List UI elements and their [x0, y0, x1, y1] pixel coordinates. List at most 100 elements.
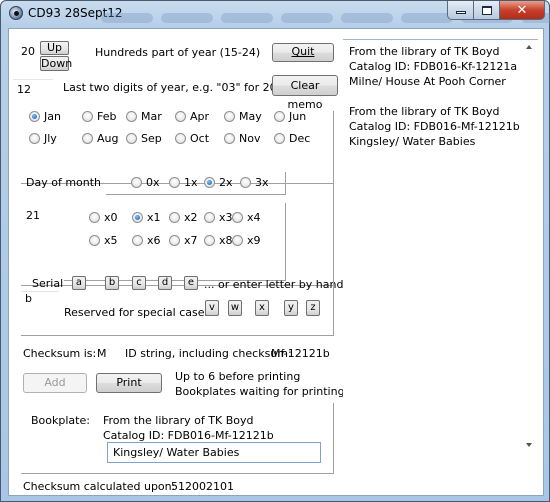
maximize-button[interactable] — [474, 1, 500, 20]
tens-radio-1x[interactable]: 1x — [169, 176, 198, 189]
radio-label: 3x — [255, 176, 269, 189]
serial-input[interactable]: b — [21, 291, 59, 313]
month-radio-aug[interactable]: Aug — [82, 132, 118, 145]
radio-icon — [175, 111, 186, 122]
serial-group-bottom — [21, 335, 334, 336]
clear-memo-label: Clear memo — [287, 79, 323, 111]
radio-label: Jly — [44, 132, 57, 145]
close-button[interactable]: ✕ — [500, 1, 545, 20]
units-radio-x5[interactable]: x5 — [89, 234, 118, 247]
checksum-calc-value: 512002101 — [171, 480, 234, 493]
serial-letter-b-button[interactable]: b — [105, 276, 119, 290]
month-radio-dec[interactable]: Dec — [274, 132, 310, 145]
month-radio-may[interactable]: May — [224, 110, 262, 123]
radio-icon — [89, 212, 100, 223]
units-radio-x6[interactable]: x6 — [132, 234, 161, 247]
month-radio-mar[interactable]: Mar — [126, 110, 162, 123]
scroll-down-icon[interactable] — [526, 443, 532, 447]
radio-selected-icon — [29, 111, 40, 122]
memo-box[interactable]: From the library of TK Boyd Catalog ID: F… — [343, 39, 538, 454]
units-radio-x7[interactable]: x7 — [169, 234, 198, 247]
memo-scrollbar[interactable] — [521, 40, 538, 455]
reserved-label: Reserved for special cases: — [64, 306, 214, 319]
serial-letter-a-button[interactable]: a — [72, 276, 86, 290]
bookplate-group-right — [333, 403, 334, 474]
units-group-right — [285, 203, 286, 281]
title-bar[interactable]: CD93 28Sept12 ✕ — [1, 1, 550, 29]
down-button[interactable]: Down — [40, 56, 72, 71]
radio-label: x2 — [184, 211, 198, 224]
print-button[interactable]: Print — [96, 373, 162, 393]
tens-radio-0x[interactable]: 0x — [131, 176, 160, 189]
month-radio-jly[interactable]: Jly — [29, 132, 57, 145]
month-radio-sep[interactable]: Sep — [126, 132, 162, 145]
memo-line3: Kingsley/ Water Babies — [349, 135, 476, 148]
radio-label: May — [239, 110, 262, 123]
clear-memo-button[interactable]: Clear memo — [272, 75, 338, 111]
last-two-digits-input[interactable]: 12 — [13, 79, 53, 101]
up-button[interactable]: Up — [40, 41, 69, 55]
id-string-value: Mf-12121b — [271, 347, 330, 360]
day-of-month-label: Day of month — [26, 176, 102, 189]
reserved-letter-x-button[interactable]: x — [255, 300, 269, 316]
tens-group-right — [285, 172, 286, 195]
radio-label: x8 — [219, 234, 233, 247]
memo-entry: From the library of TK Boyd Catalog ID: F… — [349, 44, 520, 89]
radio-label: Jan — [44, 110, 61, 123]
reserved-letter-v-button[interactable]: v — [205, 300, 219, 316]
radio-icon — [175, 133, 186, 144]
month-radio-jun[interactable]: Jun — [274, 110, 306, 123]
tens-group-bottom — [106, 194, 285, 195]
radio-icon — [131, 177, 142, 188]
radio-label: x1 — [147, 211, 161, 224]
radio-label: x7 — [184, 234, 198, 247]
bookplate-line1: From the library of TK Boyd — [103, 414, 254, 427]
window-controls: ✕ — [447, 1, 545, 20]
serial-letter-d-button[interactable]: d — [158, 276, 172, 290]
month-radio-jan[interactable]: Jan — [29, 110, 61, 123]
units-radio-x3[interactable]: x3 — [204, 211, 233, 224]
reserved-letter-z-button[interactable]: z — [306, 300, 320, 316]
memo-line1: From the library of TK Boyd — [349, 105, 500, 118]
month-radio-oct[interactable]: Oct — [175, 132, 209, 145]
book-title-input[interactable]: Kingsley/ Water Babies — [107, 442, 321, 463]
hundreds-label: Hundreds part of year (15-24) — [95, 46, 261, 59]
app-icon — [9, 6, 23, 20]
month-radio-apr[interactable]: Apr — [175, 110, 209, 123]
reserved-letter-w-button[interactable]: w — [228, 300, 242, 316]
serial-label: Serial — [32, 277, 64, 290]
quit-button[interactable]: Quit — [272, 43, 334, 62]
radio-icon — [224, 133, 235, 144]
scroll-up-icon[interactable] — [526, 45, 532, 49]
month-radio-feb[interactable]: Feb — [82, 110, 116, 123]
minimize-button[interactable] — [447, 1, 474, 20]
units-radio-x8[interactable]: x8 — [204, 234, 233, 247]
units-radio-x4[interactable]: x4 — [232, 211, 261, 224]
reserved-letter-y-button[interactable]: y — [284, 300, 298, 316]
hundreds-value: 20 — [21, 45, 35, 58]
radio-label: x3 — [219, 211, 233, 224]
units-radio-x9[interactable]: x9 — [232, 234, 261, 247]
serial-letter-e-button[interactable]: e — [184, 276, 198, 290]
radio-icon — [126, 133, 137, 144]
serial-letter-c-button[interactable]: c — [132, 276, 146, 290]
tens-radio-2x[interactable]: 2x — [204, 176, 233, 189]
month-radio-nov[interactable]: Nov — [224, 132, 260, 145]
radio-label: Oct — [190, 132, 210, 145]
checksum-value: M — [97, 347, 107, 360]
radio-icon — [89, 235, 100, 246]
day-value: 21 — [26, 209, 40, 222]
checksum-label: Checksum is: — [23, 347, 97, 360]
units-radio-x0[interactable]: x0 — [89, 211, 118, 224]
radio-icon — [29, 133, 40, 144]
serial-group-right — [333, 266, 334, 336]
tens-radio-3x[interactable]: 3x — [240, 176, 269, 189]
client-area: 20 Up Down Hundreds part of year (15-24)… — [8, 28, 544, 496]
checksum-calc-label: Checksum calculated upon: — [23, 480, 176, 493]
radio-label: x0 — [104, 211, 118, 224]
units-radio-x2[interactable]: x2 — [169, 211, 198, 224]
add-button[interactable]: Add — [23, 373, 87, 393]
radio-label: x9 — [247, 234, 261, 247]
radio-icon — [274, 133, 285, 144]
units-radio-x1[interactable]: x1 — [132, 211, 161, 224]
